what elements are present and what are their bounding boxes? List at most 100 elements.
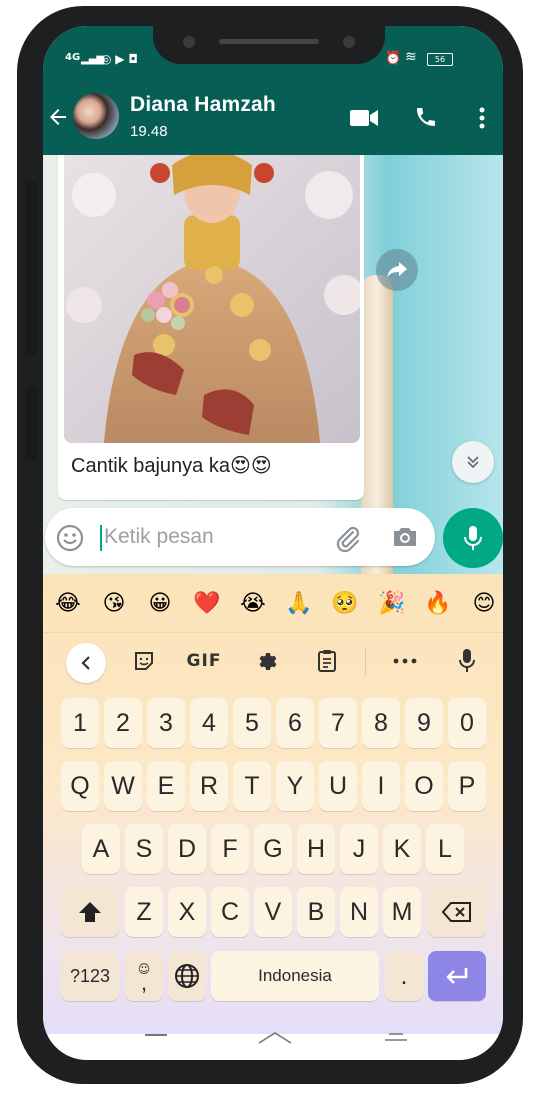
emoji-suggestion[interactable]: 🔥 [422,588,454,620]
heart-eyes-emoji: 😍😍 [229,453,272,477]
forward-icon [387,262,407,278]
shift-icon [79,902,101,922]
forward-button[interactable] [376,249,418,291]
sensor [343,36,355,48]
key-e[interactable]: E [147,761,185,811]
key-u[interactable]: U [319,761,357,811]
key-t[interactable]: T [233,761,271,811]
emoji-suggestion[interactable]: 🙏 [283,588,315,620]
enter-key[interactable] [428,951,486,1001]
key-5[interactable]: 5 [233,698,271,748]
symbols-key[interactable]: ?123 [61,951,119,1001]
key-l[interactable]: L [426,824,464,874]
emoji-suggestion-row: 😂 😘 😀 ❤️ 😭 🙏 🥺 🎉 🔥 😊 [43,574,503,633]
system-nav-bar [43,1032,503,1060]
key-i[interactable]: I [362,761,400,811]
emoji-suggestion[interactable]: 😭 [237,588,269,620]
key-v[interactable]: V [254,887,292,937]
key-o[interactable]: O [405,761,443,811]
key-m[interactable]: M [383,887,421,937]
key-c[interactable]: C [211,887,249,937]
video-call-icon[interactable] [349,107,379,129]
key-f[interactable]: F [211,824,249,874]
toolbar-divider [365,649,366,675]
key-y[interactable]: Y [276,761,314,811]
camera-icon[interactable] [391,524,419,550]
emoji-suggestion[interactable]: 😊 [468,588,500,620]
emoji-icon[interactable] [56,524,84,552]
camera-notch [153,26,385,64]
key-s[interactable]: S [125,824,163,874]
globe-icon [175,964,199,988]
emoji-comma-key[interactable]: ☺ , [125,951,163,1001]
voice-call-icon[interactable] [414,105,438,129]
contact-name[interactable]: Diana Hamzah [130,93,276,117]
scroll-down-button[interactable] [452,441,494,483]
key-p[interactable]: P [448,761,486,811]
enter-icon [446,968,468,984]
key-z[interactable]: Z [125,887,163,937]
back-nav-icon[interactable] [383,1032,409,1042]
period-key[interactable]: . [385,951,423,1001]
key-w[interactable]: W [104,761,142,811]
emoji-suggestion[interactable]: 😘 [98,588,130,620]
key-k[interactable]: K [383,824,421,874]
key-1[interactable]: 1 [61,698,99,748]
key-q[interactable]: Q [61,761,99,811]
key-n[interactable]: N [340,887,378,937]
space-key[interactable]: Indonesia [211,951,379,1001]
key-8[interactable]: 8 [362,698,400,748]
voice-record-button[interactable] [443,508,503,568]
key-j[interactable]: J [340,824,378,874]
more-tools-button[interactable] [388,642,422,680]
battery-icon: 56 [427,53,453,66]
settings-button[interactable] [249,642,283,680]
message-input-box[interactable]: Ketik pesan [45,508,435,566]
key-r[interactable]: R [190,761,228,811]
voice-typing-button[interactable] [450,642,484,680]
more-options-icon[interactable] [471,105,493,131]
key-4[interactable]: 4 [190,698,228,748]
front-camera [183,36,195,48]
key-d[interactable]: D [168,824,206,874]
language-key[interactable] [168,951,206,1001]
key-b[interactable]: B [297,887,335,937]
input-bar: Ketik pesan [43,506,503,572]
key-7[interactable]: 7 [319,698,357,748]
microphone-icon [459,649,475,672]
more-horizontal-icon [393,658,417,664]
home-nav-icon[interactable] [258,1032,292,1044]
key-g[interactable]: G [254,824,292,874]
back-arrow-icon[interactable] [46,105,70,129]
emoji-suggestion[interactable]: 🎉 [376,588,408,620]
avatar[interactable] [73,93,119,139]
keyboard: 😂 😘 😀 ❤️ 😭 🙏 🥺 🎉 🔥 😊 GIF 1 2 3 4 5 6 7 8… [43,574,503,1034]
shift-key[interactable] [61,887,119,937]
attach-icon[interactable] [333,523,363,553]
collapse-button[interactable] [66,643,106,683]
sticker-icon [135,652,153,670]
gif-button[interactable]: GIF [183,642,225,680]
key-9[interactable]: 9 [405,698,443,748]
key-0[interactable]: 0 [448,698,486,748]
key-2[interactable]: 2 [104,698,142,748]
key-3[interactable]: 3 [147,698,185,748]
emoji-suggestion[interactable]: 😂 [52,588,84,620]
recents-nav-icon[interactable] [145,1034,167,1036]
emoji-suggestion[interactable]: 😀 [144,588,176,620]
key-6[interactable]: 6 [276,698,314,748]
sticker-button[interactable] [127,642,161,680]
chevron-left-icon [81,656,90,670]
message-bubble[interactable]: Cantik bajunya ka😍😍 [58,155,364,500]
message-photo[interactable] [64,155,360,443]
status-bar: 4G ▂▄▆ ◎ ▶ ◘ ⏰ ≋ 56 [43,26,503,81]
message-input[interactable]: Ketik pesan [104,525,214,549]
key-a[interactable]: A [82,824,120,874]
clipboard-icon [318,650,336,672]
emoji-suggestion[interactable]: ❤️ [191,588,223,620]
key-h[interactable]: H [297,824,335,874]
backspace-key[interactable] [428,887,486,937]
clipboard-button[interactable] [310,642,344,680]
key-x[interactable]: X [168,887,206,937]
emoji-suggestion[interactable]: 🥺 [329,588,361,620]
